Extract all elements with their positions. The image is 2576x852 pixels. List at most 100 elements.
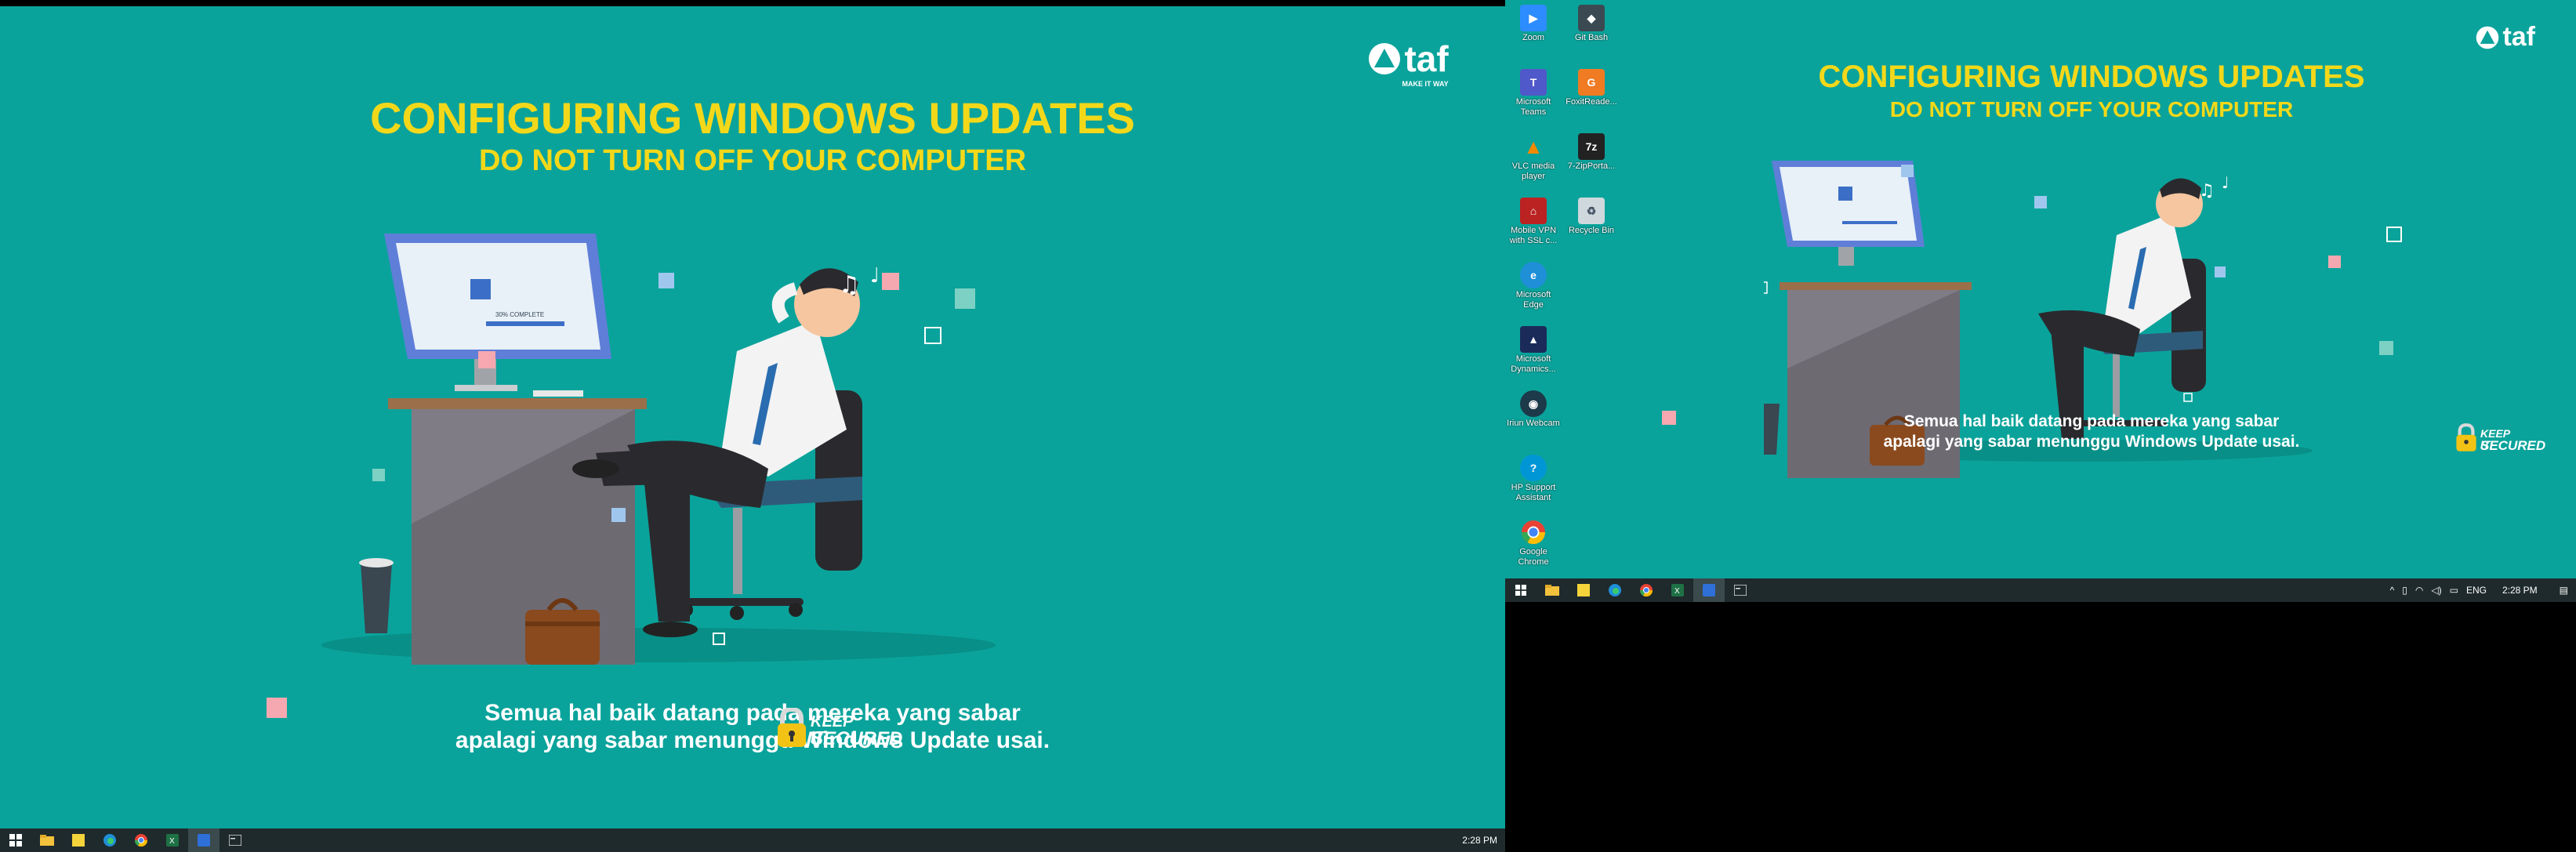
- taskbar-edge-2[interactable]: [1599, 578, 1631, 602]
- badge-line2-2: SECURED: [2480, 438, 2546, 453]
- taf-logo: taf MAKE IT WAY: [1368, 38, 1449, 88]
- terminal-icon: [229, 835, 241, 846]
- logo-tagline: MAKE IT WAY: [1402, 80, 1449, 88]
- desktop-icon-dynamics[interactable]: ▲ Microsoft Dynamics...: [1505, 326, 1562, 375]
- system-tray-primary: 2:28 PM: [1462, 835, 1505, 846]
- secondary-monitor: CONFIGURING WINDOWS UPDATES DO NOT TURN …: [1505, 0, 2576, 602]
- taskbar-chrome-2[interactable]: [1631, 578, 1662, 602]
- desktop-icon-recycle-bin[interactable]: ♻ Recycle Bin: [1563, 198, 1620, 236]
- wallpaper-headline-2: CONFIGURING WINDOWS UPDATES: [1818, 60, 2365, 94]
- taskbar-primary: X 2:28 PM: [0, 828, 1505, 852]
- desktop-icon-edge[interactable]: e Microsoft Edge: [1505, 262, 1562, 310]
- taf-logo-2: taf: [2476, 22, 2535, 53]
- svg-text:♩: ♩: [2222, 173, 2229, 192]
- app-icon: [198, 834, 210, 847]
- wallpaper-caption-line1: Semua hal baik datang pada mereka yang s…: [484, 700, 1021, 726]
- logo-name-2: taf: [2502, 22, 2536, 52]
- language-indicator[interactable]: ENG: [2466, 585, 2487, 596]
- padlock-icon: [2456, 423, 2476, 451]
- start-button-2[interactable]: [1505, 578, 1537, 602]
- foxit-icon: G: [1578, 69, 1605, 96]
- taskbar-clock-2[interactable]: 2:28 PM: [2502, 585, 2538, 596]
- primary-monitor: CONFIGURING WINDOWS UPDATES DO NOT TURN …: [0, 6, 1505, 852]
- chevron-up-icon[interactable]: ^: [2390, 585, 2395, 596]
- desktop-icon-zoom[interactable]: ▶ Zoom: [1505, 5, 1562, 43]
- chrome-icon: [135, 834, 147, 847]
- windows-icon: [1515, 585, 1526, 596]
- taskbar-secondary: X ^ ▯ ◠ ◁) ▭ ENG 2:28 PM ▤: [1505, 578, 2576, 602]
- power-icon[interactable]: ▭: [2450, 585, 2458, 596]
- app-icon: [1703, 584, 1715, 596]
- update-progress-text: 30% COMPLETE: [495, 311, 544, 318]
- taf-logo-icon: [1369, 43, 1400, 74]
- svg-text:♫: ♫: [839, 271, 860, 299]
- desktop-wallpaper-secondary: CONFIGURING WINDOWS UPDATES DO NOT TURN …: [1505, 0, 2576, 578]
- svg-text:X: X: [1674, 587, 1680, 596]
- taskbar-sticky-notes[interactable]: [63, 828, 94, 852]
- badge-line2: SECURED: [811, 728, 903, 749]
- battery-icon[interactable]: ▯: [2402, 585, 2407, 596]
- chrome-icon: [1520, 519, 1547, 546]
- edge-icon: [103, 834, 116, 847]
- wallpaper-caption-line2-2: apalagi yang sabar menunggu Windows Upda…: [1883, 433, 2300, 451]
- volume-icon[interactable]: ◁): [2431, 585, 2441, 596]
- taskbar-file-explorer-2[interactable]: [1537, 578, 1568, 602]
- taskbar-snipping[interactable]: [220, 828, 251, 852]
- desktop-icon-git-bash[interactable]: ◆ Git Bash: [1563, 5, 1620, 43]
- taskbar-app-active[interactable]: [188, 828, 220, 852]
- excel-icon: X: [166, 834, 179, 847]
- taskbar-excel[interactable]: X: [157, 828, 188, 852]
- edge-icon: [1609, 584, 1621, 596]
- dynamics-icon: ▲: [1520, 326, 1547, 353]
- taskbar-excel-2[interactable]: X: [1662, 578, 1693, 602]
- taskbar-clock[interactable]: 2:28 PM: [1462, 835, 1497, 846]
- git-bash-icon: ◆: [1578, 5, 1605, 31]
- 7zip-icon: 7z: [1578, 133, 1605, 160]
- svg-text:♩: ♩: [870, 264, 880, 288]
- sticky-notes-icon: [1577, 584, 1590, 596]
- zoom-icon: ▶: [1520, 5, 1547, 31]
- wallpaper-subheadline: DO NOT TURN OFF YOUR COMPUTER: [478, 144, 1027, 177]
- folder-icon: [40, 835, 54, 846]
- wallpaper-caption-line2: apalagi yang sabar menunggu Windows Upda…: [455, 727, 1050, 753]
- desktop-icon-7zip[interactable]: 7z 7-ZipPorta...: [1563, 133, 1620, 172]
- wallpaper-headline: CONFIGURING WINDOWS UPDATES: [370, 93, 1135, 143]
- taf-logo-icon: [2476, 26, 2499, 49]
- taskbar-snipping-2[interactable]: [1725, 578, 1756, 602]
- terminal-icon: [1734, 585, 1747, 596]
- desktop-icon-foxit[interactable]: G FoxitReade...: [1563, 69, 1620, 107]
- desktop-icon-chrome[interactable]: Google Chrome: [1505, 519, 1562, 567]
- taskbar-edge[interactable]: [94, 828, 125, 852]
- recycle-bin-icon: ♻: [1578, 198, 1605, 224]
- desktop-icon-vpn[interactable]: ⌂ Mobile VPN with SSL c...: [1505, 198, 1562, 246]
- notification-icon[interactable]: ▤: [2560, 585, 2568, 596]
- wallpaper-caption-line1-2: Semua hal baik datang pada mereka yang s…: [1903, 412, 2280, 430]
- taskbar-app-active-2[interactable]: [1693, 578, 1725, 602]
- svg-text:X: X: [169, 837, 175, 846]
- wallpaper-subheadline-2: DO NOT TURN OFF YOUR COMPUTER: [1889, 97, 2294, 121]
- folder-icon: [1545, 585, 1559, 596]
- taskbar-file-explorer[interactable]: [31, 828, 63, 852]
- start-button[interactable]: [0, 828, 31, 852]
- system-tray: ^ ▯ ◠ ◁) ▭ ENG 2:28 PM ▤: [2390, 585, 2576, 596]
- excel-icon: X: [1671, 584, 1684, 596]
- vpn-icon: ⌂: [1520, 198, 1547, 224]
- taskbar-sticky-notes-2[interactable]: [1568, 578, 1599, 602]
- teams-icon: T: [1520, 69, 1547, 96]
- hp-support-icon: ?: [1520, 455, 1547, 481]
- svg-text:♫: ♫: [2199, 181, 2215, 201]
- desktop-icon-teams[interactable]: T Microsoft Teams: [1505, 69, 1562, 118]
- wifi-icon[interactable]: ◠: [2415, 585, 2423, 596]
- desktop-icon-vlc[interactable]: ▲ VLC media player: [1505, 133, 1562, 182]
- vlc-icon: ▲: [1523, 134, 1544, 158]
- chrome-icon: [1640, 584, 1653, 596]
- taskbar-chrome[interactable]: [125, 828, 157, 852]
- sticky-notes-icon: [72, 834, 85, 847]
- desktop-icon-iriun[interactable]: ◉ Iriun Webcam: [1505, 390, 1562, 429]
- webcam-icon: ◉: [1520, 390, 1547, 417]
- edge-icon: e: [1520, 262, 1547, 288]
- office-illustration: 30% COMPLETE ♫ ♩: [321, 234, 996, 665]
- windows-icon: [9, 834, 22, 847]
- desktop-wallpaper: CONFIGURING WINDOWS UPDATES DO NOT TURN …: [0, 6, 1505, 828]
- desktop-icon-hp-support[interactable]: ? HP Support Assistant: [1505, 455, 1562, 503]
